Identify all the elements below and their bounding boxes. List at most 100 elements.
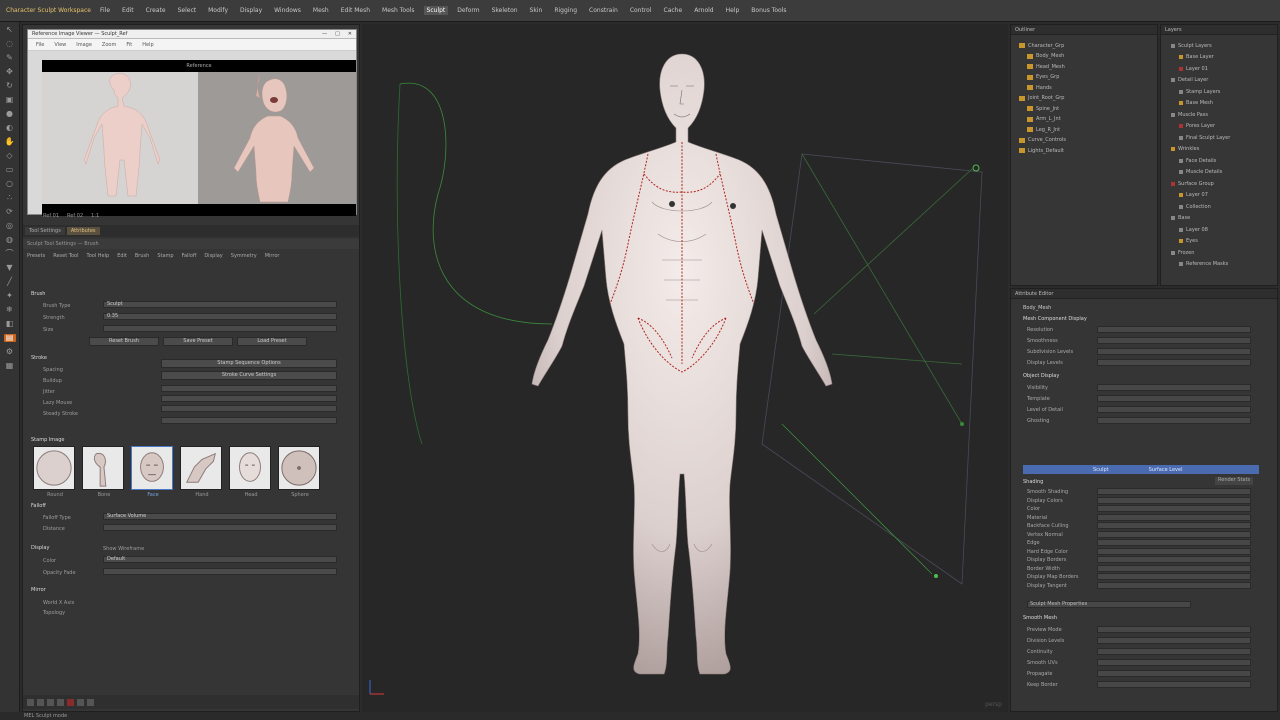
scrape-icon[interactable]: ⌒ (4, 250, 16, 258)
menu-arnold[interactable]: Arnold (691, 6, 716, 15)
stamp-thumb-round[interactable]: Round (33, 446, 75, 498)
tool-menu-item[interactable]: Falloff (182, 253, 197, 259)
load-preset-button[interactable]: Load Preset (237, 337, 307, 346)
layer-item[interactable]: Frozen (1171, 248, 1194, 257)
layer-item[interactable]: Collection (1179, 202, 1211, 211)
reference-menu-item[interactable]: Fit (126, 42, 132, 48)
section-object-display[interactable]: Object Display (1023, 373, 1059, 381)
menu-skeleton[interactable]: Skeleton (489, 6, 521, 15)
layer-visibility-icon[interactable] (1179, 66, 1183, 71)
section-stroke[interactable]: Stroke (31, 355, 47, 361)
layer-item[interactable]: Base Mesh (1179, 99, 1213, 108)
stamp-sequence-button[interactable]: Stamp Sequence Options (161, 359, 337, 368)
stroke-curve-button[interactable]: Stroke Curve Settings (161, 371, 337, 380)
settings-icon[interactable]: ⚙ (4, 348, 16, 356)
pinch-icon[interactable]: ◇ (4, 152, 16, 160)
layer-item[interactable]: Final Sculpt Layer (1179, 133, 1230, 142)
rotate-icon[interactable]: ↻ (4, 82, 16, 90)
color-dropdown[interactable]: Default (103, 556, 337, 563)
menu-cache[interactable]: Cache (661, 6, 686, 15)
menu-select[interactable]: Select (175, 6, 200, 15)
layer-item[interactable]: Base Layer (1179, 53, 1214, 62)
section-brush[interactable]: Brush (31, 291, 45, 297)
menu-skin[interactable]: Skin (527, 6, 546, 15)
camera-icon[interactable] (47, 698, 54, 706)
menu-modify[interactable]: Modify (205, 6, 231, 15)
attribute-field[interactable] (1097, 530, 1251, 538)
layer-item[interactable]: Reference Masks (1179, 260, 1228, 269)
outliner-item[interactable]: Body_Mesh (1027, 52, 1064, 61)
layer-visibility-icon[interactable] (1171, 216, 1175, 220)
attribute-field[interactable] (1097, 326, 1251, 333)
attribute-field[interactable] (1097, 417, 1251, 424)
strength-field[interactable]: 0.35 (103, 313, 337, 320)
lazy-mouse-field[interactable] (161, 395, 337, 402)
save-preset-button[interactable]: Save Preset (163, 337, 233, 346)
grab-icon[interactable]: ✋ (4, 138, 16, 146)
steady-stroke-field[interactable] (161, 417, 337, 424)
record-icon[interactable] (67, 698, 74, 706)
imprint-icon[interactable]: ◎ (4, 222, 16, 230)
grid-icon[interactable] (37, 698, 44, 706)
attribute-field[interactable] (1097, 513, 1251, 521)
layer-item[interactable]: Stamp Layers (1179, 87, 1220, 96)
knife-icon[interactable]: ╱ (4, 278, 16, 286)
layer-item[interactable]: Layer 08 (1179, 225, 1208, 234)
layer-visibility-icon[interactable] (1179, 262, 1183, 266)
stamp-thumb-face[interactable]: Face (131, 446, 173, 498)
layer-visibility-icon[interactable] (1179, 170, 1183, 174)
jitter-field[interactable] (161, 385, 337, 392)
reference-menu-item[interactable]: View (54, 42, 66, 48)
outliner-item[interactable]: Joint_Root_Grp (1019, 94, 1064, 103)
tool-menu-item[interactable]: Stamp (157, 253, 173, 259)
layer-visibility-icon[interactable] (1179, 89, 1183, 94)
layer-visibility-icon[interactable] (1179, 193, 1183, 197)
section-mesh-display[interactable]: Mesh Component Display (1023, 316, 1087, 324)
attribute-tab[interactable]: Body_Mesh (1023, 305, 1051, 313)
sculpt-level-bar[interactable]: Sculpt Surface Level (1023, 465, 1259, 474)
menu-deform[interactable]: Deform (454, 6, 482, 15)
layer-visibility-icon[interactable] (1171, 147, 1175, 151)
attribute-field[interactable] (1097, 539, 1251, 546)
outliner-item[interactable]: Curve_Controls (1019, 136, 1066, 145)
layout-icon[interactable] (27, 698, 34, 706)
reference-tab[interactable]: Ref 02 (67, 213, 83, 221)
menu-sculpt[interactable]: Sculpt (423, 6, 449, 15)
section-stamp-image[interactable]: Stamp Image (31, 437, 65, 443)
menu-bonus-tools[interactable]: Bonus Tools (748, 6, 789, 15)
menu-edit-mesh[interactable]: Edit Mesh (338, 6, 373, 15)
attribute-field[interactable] (1097, 556, 1251, 563)
menu-constrain[interactable]: Constrain (586, 6, 621, 15)
layer-visibility-icon[interactable] (1171, 250, 1175, 255)
menu-rigging[interactable]: Rigging (551, 6, 580, 15)
stamp-thumb-bone[interactable]: Bone (82, 446, 124, 498)
layer-visibility-icon[interactable] (1179, 239, 1183, 243)
layer-visibility-icon[interactable] (1171, 78, 1175, 82)
repeat-icon[interactable]: ⟳ (4, 208, 16, 216)
outliner-item[interactable]: Leg_R_Jnt (1027, 125, 1060, 134)
menu-create[interactable]: Create (143, 6, 169, 15)
reference-menu-item[interactable]: Zoom (102, 42, 116, 48)
attribute-field[interactable] (1097, 626, 1251, 633)
layer-visibility-icon[interactable] (1179, 55, 1183, 59)
section-smooth-mesh[interactable]: Smooth Mesh (1023, 615, 1057, 623)
section-mirror[interactable]: Mirror (31, 587, 46, 593)
layer-item[interactable]: Pores Layer (1179, 122, 1215, 131)
foamy-icon[interactable]: ○ (4, 180, 16, 188)
flatten-icon[interactable]: ▭ (4, 166, 16, 174)
attribute-field[interactable] (1097, 637, 1251, 644)
tool-menu-item[interactable]: Tool Help (86, 253, 109, 259)
layer-item[interactable]: Face Details (1179, 156, 1216, 165)
stamp-thumb-sphere[interactable]: Sphere (278, 446, 320, 498)
tool-menu-item[interactable]: Brush (135, 253, 149, 259)
distance-field[interactable] (103, 524, 337, 531)
tool-menu-item[interactable]: Symmetry (231, 253, 257, 259)
attribute-field[interactable] (1097, 348, 1251, 355)
outliner-item[interactable]: Lights_Default (1019, 146, 1064, 155)
amplify-icon[interactable]: ✦ (4, 292, 16, 300)
layer-visibility-icon[interactable] (1179, 204, 1183, 209)
tool-menu-item[interactable]: Display (204, 253, 222, 259)
attribute-field[interactable] (1097, 648, 1251, 655)
minimize-icon[interactable]: — (322, 31, 327, 37)
attribute-field[interactable] (1097, 488, 1251, 495)
